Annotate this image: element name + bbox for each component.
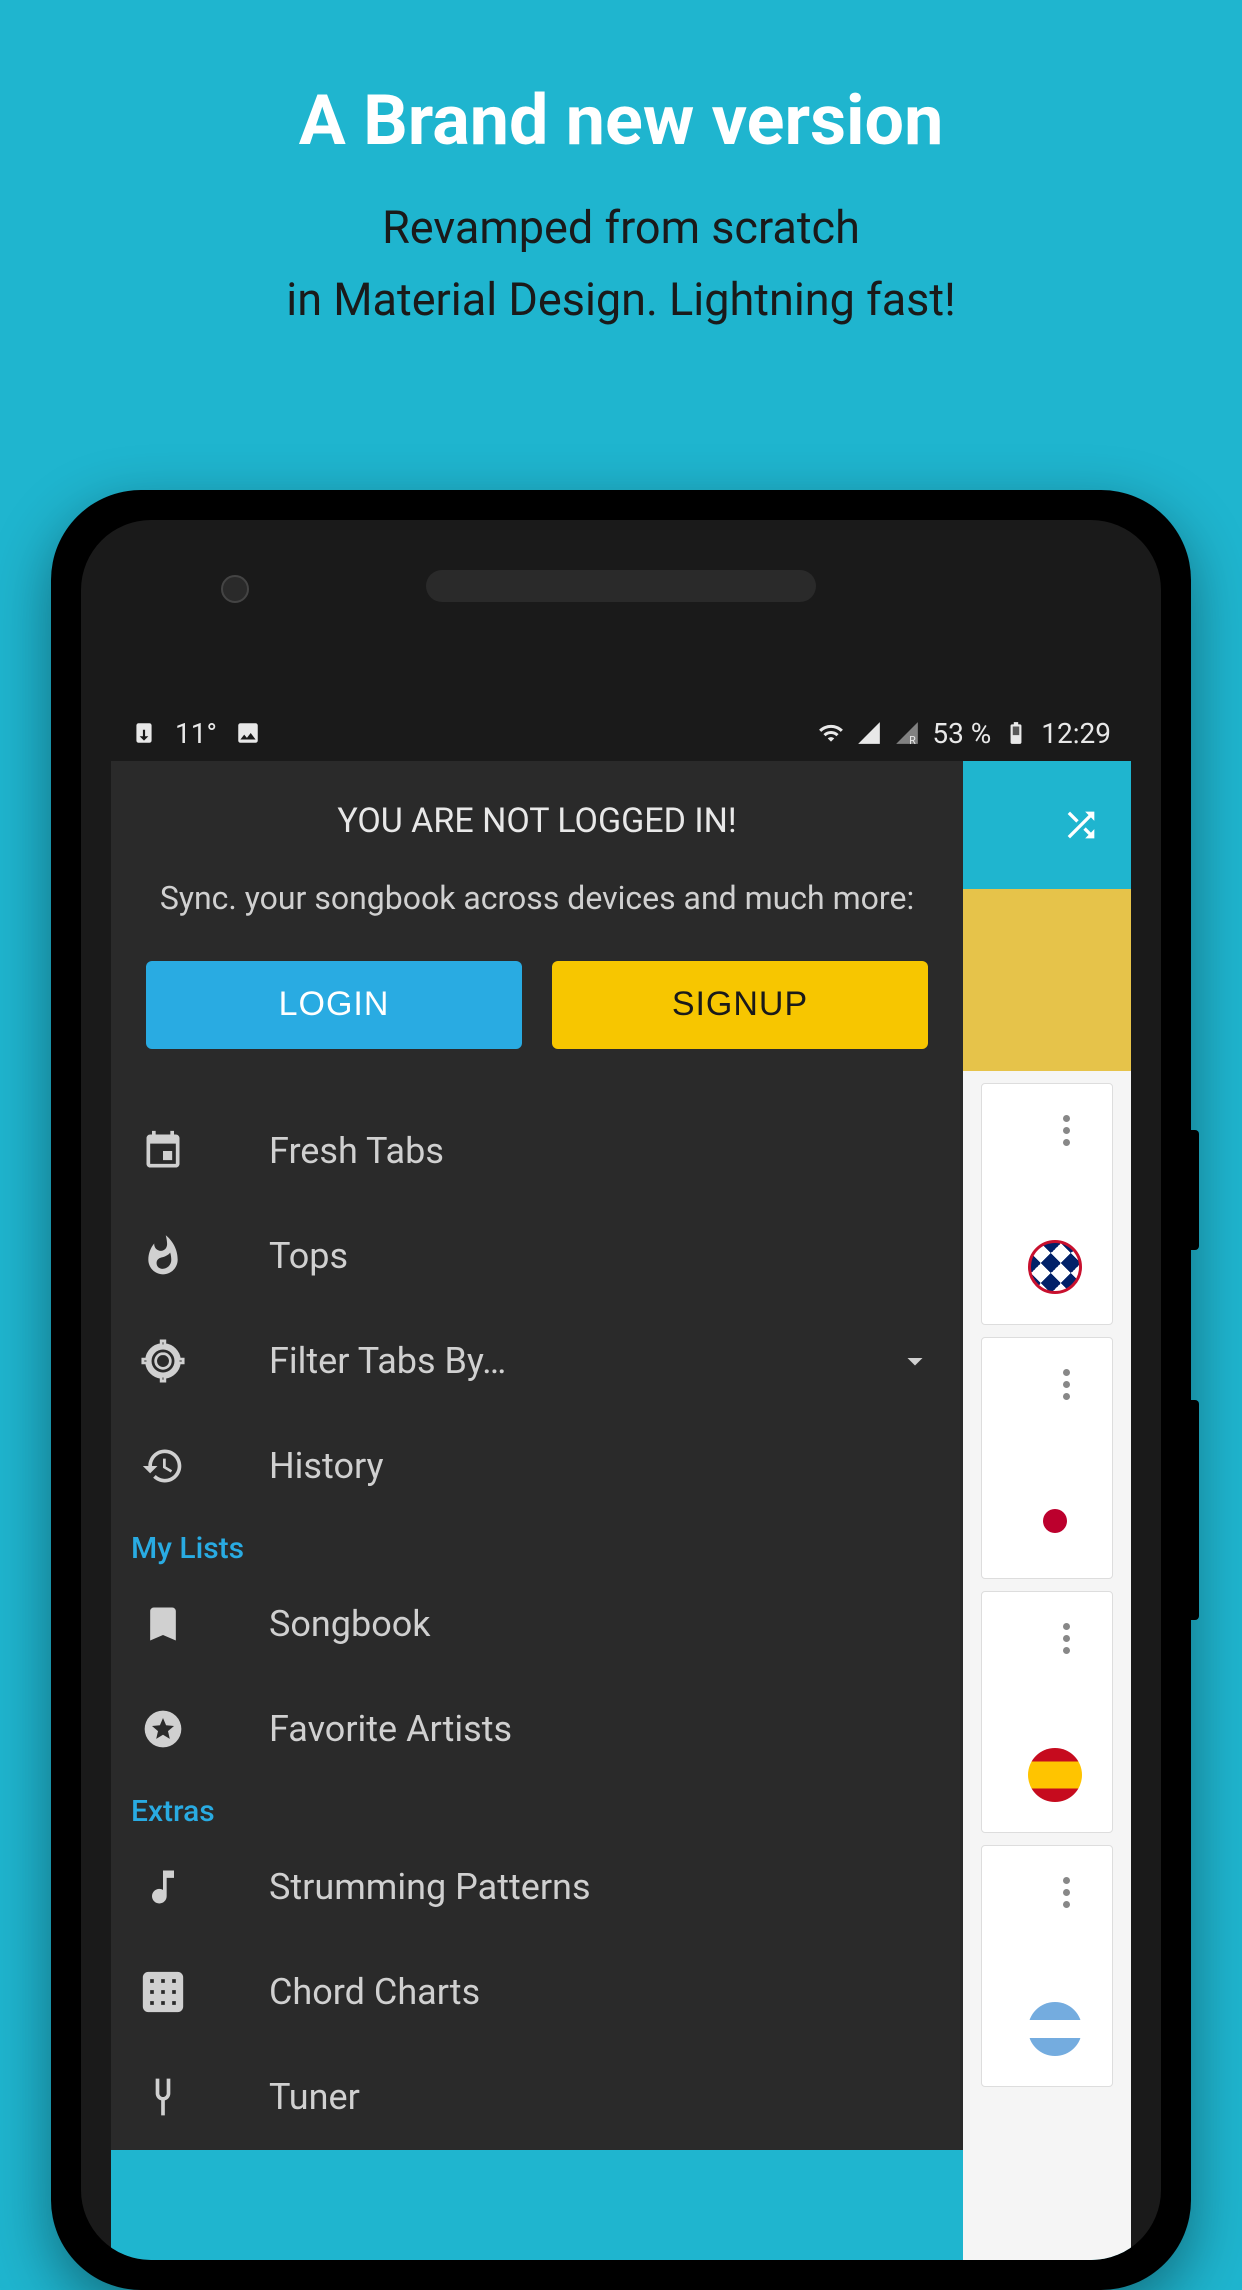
background-content — [963, 761, 1131, 2260]
more-icon[interactable] — [1050, 1114, 1082, 1146]
menu-item-tuner[interactable]: Tuner — [111, 2045, 963, 2150]
navigation-drawer: YOU ARE NOT LOGGED IN! Sync. your songbo… — [111, 761, 963, 2150]
phone-camera — [221, 575, 249, 603]
phone-frame: 11° R 53 % 12:29 — [51, 490, 1191, 2290]
drawer-subtitle: Sync. your songbook across devices and m… — [141, 876, 933, 921]
status-temperature: 11° — [175, 717, 217, 750]
bg-header — [963, 761, 1131, 889]
menu-item-history[interactable]: History — [111, 1414, 963, 1519]
phone-power-button — [1191, 1130, 1199, 1250]
grid-icon — [141, 1970, 185, 2014]
battery-icon — [1003, 720, 1029, 746]
list-item[interactable] — [981, 1083, 1113, 1325]
image-icon — [235, 720, 261, 746]
flag-uk-icon — [1028, 1240, 1082, 1294]
menu-label: History — [269, 1445, 933, 1487]
bookmark-icon — [141, 1602, 185, 1646]
menu-label: Tops — [269, 1235, 933, 1277]
svg-text:R: R — [909, 734, 916, 746]
promo-subtitle-line1: Revamped from scratch — [0, 192, 1242, 264]
menu-label: Tuner — [269, 2076, 933, 2118]
promo-subtitle-line2: in Material Design. Lightning fast! — [0, 264, 1242, 336]
flag-japan-icon — [1028, 1494, 1082, 1548]
menu-label: Songbook — [269, 1603, 933, 1645]
menu-item-tops[interactable]: Tops — [111, 1204, 963, 1309]
wifi-icon — [818, 720, 844, 746]
shuffle-icon[interactable] — [1061, 805, 1101, 845]
more-icon[interactable] — [1050, 1876, 1082, 1908]
phone-volume-button — [1191, 1400, 1199, 1620]
bg-banner — [963, 889, 1131, 1071]
menu-item-fresh-tabs[interactable]: Fresh Tabs — [111, 1099, 963, 1204]
star-icon — [141, 1707, 185, 1751]
list-item[interactable] — [981, 1845, 1113, 2087]
signup-button[interactable]: SIGNUP — [552, 961, 928, 1049]
drawer-title: YOU ARE NOT LOGGED IN! — [141, 801, 933, 841]
menu-item-chord-charts[interactable]: Chord Charts — [111, 1940, 963, 2045]
music-note-icon — [141, 1865, 185, 1909]
calendar-icon — [141, 1129, 185, 1173]
menu-label: Fresh Tabs — [269, 1130, 933, 1172]
target-icon — [141, 1339, 185, 1383]
promo-title: A Brand new version — [0, 0, 1242, 162]
menu-label: Chord Charts — [269, 1971, 933, 2013]
list-item[interactable] — [981, 1591, 1113, 1833]
fire-icon — [141, 1234, 185, 1278]
status-bar: 11° R 53 % 12:29 — [111, 705, 1131, 761]
phone-speaker — [426, 570, 816, 602]
menu-item-strumming[interactable]: Strumming Patterns — [111, 1835, 963, 1940]
signal-roaming-icon: R — [894, 720, 920, 746]
menu-label: Filter Tabs By… — [269, 1340, 897, 1382]
section-my-lists: My Lists — [111, 1519, 963, 1572]
flag-argentina-icon — [1028, 2002, 1082, 2056]
promo-subtitle: Revamped from scratch in Material Design… — [0, 162, 1242, 336]
more-icon[interactable] — [1050, 1622, 1082, 1654]
status-battery-percent: 53 % — [932, 717, 991, 750]
signal-icon — [856, 720, 882, 746]
menu-label: Favorite Artists — [269, 1708, 933, 1750]
more-icon[interactable] — [1050, 1368, 1082, 1400]
status-time: 12:29 — [1041, 717, 1111, 750]
list-item[interactable] — [981, 1337, 1113, 1579]
tuning-fork-icon — [141, 2075, 185, 2119]
menu-label: Strumming Patterns — [269, 1866, 933, 1908]
phone-screen: 11° R 53 % 12:29 — [111, 705, 1131, 2260]
menu-item-songbook[interactable]: Songbook — [111, 1572, 963, 1677]
login-button[interactable]: LOGIN — [146, 961, 522, 1049]
menu-item-favorite-artists[interactable]: Favorite Artists — [111, 1677, 963, 1782]
section-extras: Extras — [111, 1782, 963, 1835]
menu-item-filter[interactable]: Filter Tabs By… — [111, 1309, 963, 1414]
history-icon — [141, 1444, 185, 1488]
flag-spain-icon — [1028, 1748, 1082, 1802]
download-icon — [131, 720, 157, 746]
chevron-down-icon — [897, 1343, 933, 1379]
